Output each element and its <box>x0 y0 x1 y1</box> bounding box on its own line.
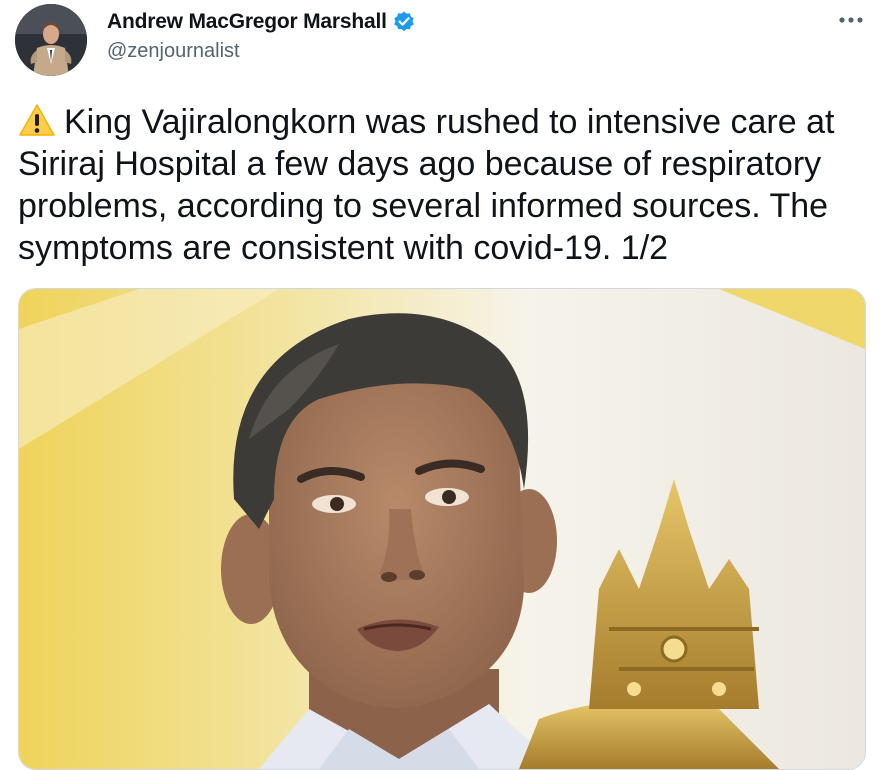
more-horizontal-icon <box>839 17 863 23</box>
tweet-text-container: King Vajiralongkorn was rushed to intens… <box>18 101 868 269</box>
tweet-photo[interactable] <box>18 288 866 770</box>
more-options-button[interactable] <box>834 6 868 34</box>
warning-sign-icon <box>18 103 56 137</box>
author-header: Andrew MacGregor Marshall @zenjournalist <box>107 8 416 63</box>
tweet-body-text: King Vajiralongkorn was rushed to intens… <box>18 103 844 267</box>
author-avatar[interactable] <box>15 4 87 76</box>
author-display-name[interactable]: Andrew MacGregor Marshall <box>107 10 387 34</box>
display-name-row: Andrew MacGregor Marshall <box>107 8 416 36</box>
author-handle[interactable]: @zenjournalist <box>107 40 416 63</box>
tweet-card: Andrew MacGregor Marshall @zenjournalist… <box>0 0 884 770</box>
verified-badge-icon <box>392 10 416 34</box>
